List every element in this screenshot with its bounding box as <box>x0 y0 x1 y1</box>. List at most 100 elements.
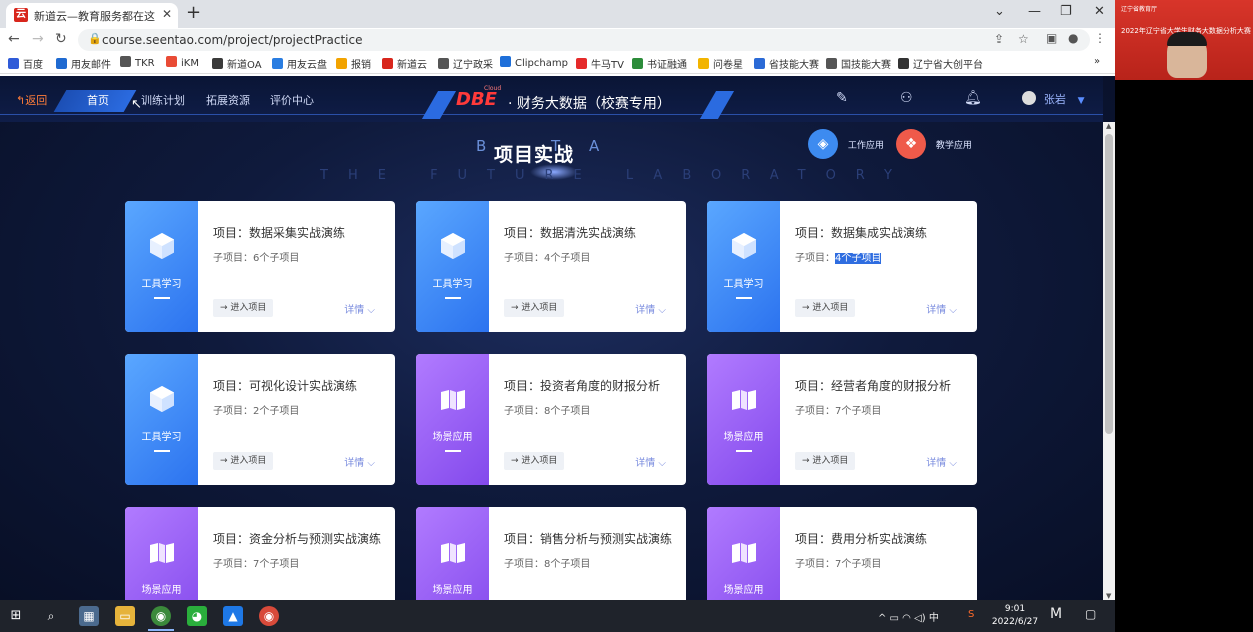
enter-project-button[interactable]: → 进入项目 <box>213 299 274 317</box>
brand-logo: DBE Cloud · 财务大数据（校赛专用） <box>421 83 735 119</box>
bookmark-item[interactable]: TKR <box>120 56 155 69</box>
project-card[interactable]: 场景应用 项目：经营者角度的财报分析 子项目：7个子项目 → 进入项目 详情 ⌵ <box>707 354 977 485</box>
bookmark-label: 百度 <box>23 60 43 71</box>
minimize-button[interactable]: — <box>1028 4 1041 19</box>
bookmark-favicon-icon <box>212 58 223 69</box>
browser-tab[interactable]: 云 新道云—教育服务都在这 ✕ <box>6 3 178 28</box>
project-card[interactable]: 场景应用 项目：投资者角度的财报分析 子项目：8个子项目 → 进入项目 详情 ⌵ <box>416 354 686 485</box>
bookmark-item[interactable]: 书证融通 <box>632 56 687 71</box>
reload-icon[interactable]: ↻ <box>55 31 67 47</box>
details-toggle[interactable]: 详情 ⌵ <box>926 301 957 316</box>
nav-item-home[interactable]: 首页 <box>87 92 109 108</box>
share-icon[interactable]: ⇪ <box>994 32 1004 46</box>
project-card[interactable]: 工具学习 项目：数据集成实战演练 子项目：4个子项目 → 进入项目 详情 ⌵ <box>707 201 977 332</box>
app-tray-icon[interactable]: M <box>1050 606 1062 622</box>
new-tab-button[interactable]: + <box>186 3 201 23</box>
meeting-app-icon[interactable]: ▲ <box>223 606 243 626</box>
subproject-info: 子项目：2个子项目 <box>213 402 299 417</box>
project-card[interactable]: 场景应用项目：销售分析与预测实战演练子项目：8个子项目→ 进入项目详情 ⌵ <box>416 507 686 600</box>
category-underline <box>154 297 170 299</box>
nav-item-evaluation-center[interactable]: 评价中心 <box>270 92 314 108</box>
bookmark-item[interactable]: 牛马TV <box>576 56 624 71</box>
enter-project-button[interactable]: → 进入项目 <box>504 299 565 317</box>
bookmark-star-icon[interactable]: ☆ <box>1018 32 1029 46</box>
address-url[interactable]: course.seentao.com/project/projectPracti… <box>102 33 363 47</box>
bookmark-item[interactable]: 省技能大赛 <box>754 56 819 71</box>
nav-back-link[interactable]: ↰返回 <box>16 92 47 108</box>
bell-icon[interactable]: 🔔︎ <box>964 90 982 106</box>
page-scrollbar[interactable]: ▲ ▼ <box>1103 122 1115 600</box>
bookmark-item[interactable]: 问卷星 <box>698 56 743 71</box>
tab-close-icon[interactable]: ✕ <box>162 7 172 21</box>
card-category-panel: 工具学习 <box>707 201 780 332</box>
window-close-button[interactable]: ✕ <box>1094 4 1105 19</box>
subproject-count: 8个子项目 <box>544 559 591 570</box>
subproject-info: 子项目：7个子项目 <box>795 402 881 417</box>
bookmark-item[interactable]: 辽宁省大创平台 <box>898 56 983 71</box>
browser-icon[interactable]: ◉ <box>259 606 279 626</box>
work-app-button[interactable]: ◈ 工作应用 <box>808 129 884 159</box>
bookmarks-more-icon[interactable]: » <box>1094 56 1100 67</box>
edit-note-icon[interactable]: ✎ <box>836 90 848 106</box>
profile-icon[interactable]: ● <box>1068 31 1078 45</box>
bookmark-item[interactable]: 报销 <box>336 56 371 71</box>
subproject-prefix: 子项目： <box>504 406 544 417</box>
enter-project-button[interactable]: → 进入项目 <box>213 452 274 470</box>
chrome-icon[interactable]: ◉ <box>151 606 171 626</box>
details-toggle[interactable]: 详情 ⌵ <box>926 454 957 469</box>
system-tray[interactable]: ^ ▭ ◠ ◁) 中 <box>878 609 939 624</box>
nav-item-extended-resources[interactable]: 拓展资源 <box>206 92 250 108</box>
restore-button[interactable]: ❐ <box>1060 4 1072 19</box>
details-toggle[interactable]: 详情 ⌵ <box>635 301 666 316</box>
bookmark-item[interactable]: 用友邮件 <box>56 56 111 71</box>
tab-search-icon[interactable]: ⌄ <box>994 4 1005 19</box>
bookmark-item[interactable]: 百度 <box>8 56 43 71</box>
search-icon[interactable]: ⌕ <box>41 606 61 626</box>
details-toggle[interactable]: 详情 ⌵ <box>344 454 375 469</box>
subproject-count-selected[interactable]: 4个子项目 <box>835 253 882 264</box>
input-method-icon[interactable]: S <box>968 609 974 620</box>
bookmark-item[interactable]: 新道OA <box>212 56 262 71</box>
enter-project-button[interactable]: → 进入项目 <box>795 299 856 317</box>
taskbar-clock[interactable]: 9:01 2022/6/27 <box>990 603 1040 629</box>
back-arrow-icon[interactable]: ← <box>8 31 20 47</box>
project-card[interactable]: 工具学习 项目：可视化设计实战演练 子项目：2个子项目 → 进入项目 详情 ⌵ <box>125 354 395 485</box>
project-card[interactable]: 工具学习 项目：数据采集实战演练 子项目：6个子项目 → 进入项目 详情 ⌵ <box>125 201 395 332</box>
bookmark-item[interactable]: 新道云 <box>382 56 427 71</box>
address-bar[interactable]: 🔒 course.seentao.com/project/projectPrac… <box>78 29 1090 51</box>
enter-project-button[interactable]: → 进入项目 <box>795 452 856 470</box>
bookmark-item[interactable]: 用友云盘 <box>272 56 327 71</box>
calculator-icon[interactable]: ▦ <box>79 606 99 626</box>
project-card[interactable]: 场景应用项目：费用分析实战演练子项目：7个子项目→ 进入项目详情 ⌵ <box>707 507 977 600</box>
notification-icon[interactable]: ▢ <box>1085 607 1096 621</box>
scrollbar-thumb[interactable] <box>1105 134 1113 434</box>
file-explorer-icon[interactable]: ▭ <box>115 606 135 626</box>
project-card[interactable]: 工具学习 项目：数据清洗实战演练 子项目：4个子项目 → 进入项目 详情 ⌵ <box>416 201 686 332</box>
project-title: 项目：数据清洗实战演练 <box>504 226 637 240</box>
details-toggle[interactable]: 详情 ⌵ <box>635 454 666 469</box>
side-panel-icon[interactable]: ▣ <box>1046 31 1057 45</box>
bookmark-item[interactable]: Clipchamp <box>500 56 568 69</box>
nav-item-training-plan[interactable]: 训练计划 <box>141 92 185 108</box>
wechat-icon[interactable]: ◕ <box>187 606 207 626</box>
bookmark-item[interactable]: 国技能大赛 <box>826 56 891 71</box>
enter-project-button[interactable]: → 进入项目 <box>504 452 565 470</box>
windows-start-icon[interactable]: ⊞ <box>6 606 26 626</box>
card-category-label: 场景应用 <box>723 585 764 596</box>
card-category-label: 工具学习 <box>141 279 182 290</box>
menu-kebab-icon[interactable]: ⋮ <box>1094 31 1106 45</box>
teaching-app-button[interactable]: ❖ 教学应用 <box>896 129 972 159</box>
bookmark-label: 用友邮件 <box>71 60 111 71</box>
bookmark-label: Clipchamp <box>515 58 568 69</box>
details-toggle[interactable]: 详情 ⌵ <box>344 301 375 316</box>
scroll-up-icon[interactable]: ▲ <box>1106 122 1111 130</box>
bookmark-item[interactable]: iKM <box>166 56 199 69</box>
group-icon[interactable]: ⚇ <box>900 90 913 106</box>
scroll-down-icon[interactable]: ▼ <box>1106 592 1111 600</box>
forward-arrow-icon[interactable]: → <box>32 31 44 47</box>
card-category-panel: 场景应用 <box>416 507 489 600</box>
project-card[interactable]: 场景应用项目：资金分析与预测实战演练子项目：7个子项目→ 进入项目详情 ⌵ <box>125 507 395 600</box>
bookmark-favicon-icon <box>56 58 67 69</box>
user-menu[interactable]: 张岩 ▼ <box>1022 91 1085 107</box>
bookmark-item[interactable]: 辽宁政采 <box>438 56 493 71</box>
